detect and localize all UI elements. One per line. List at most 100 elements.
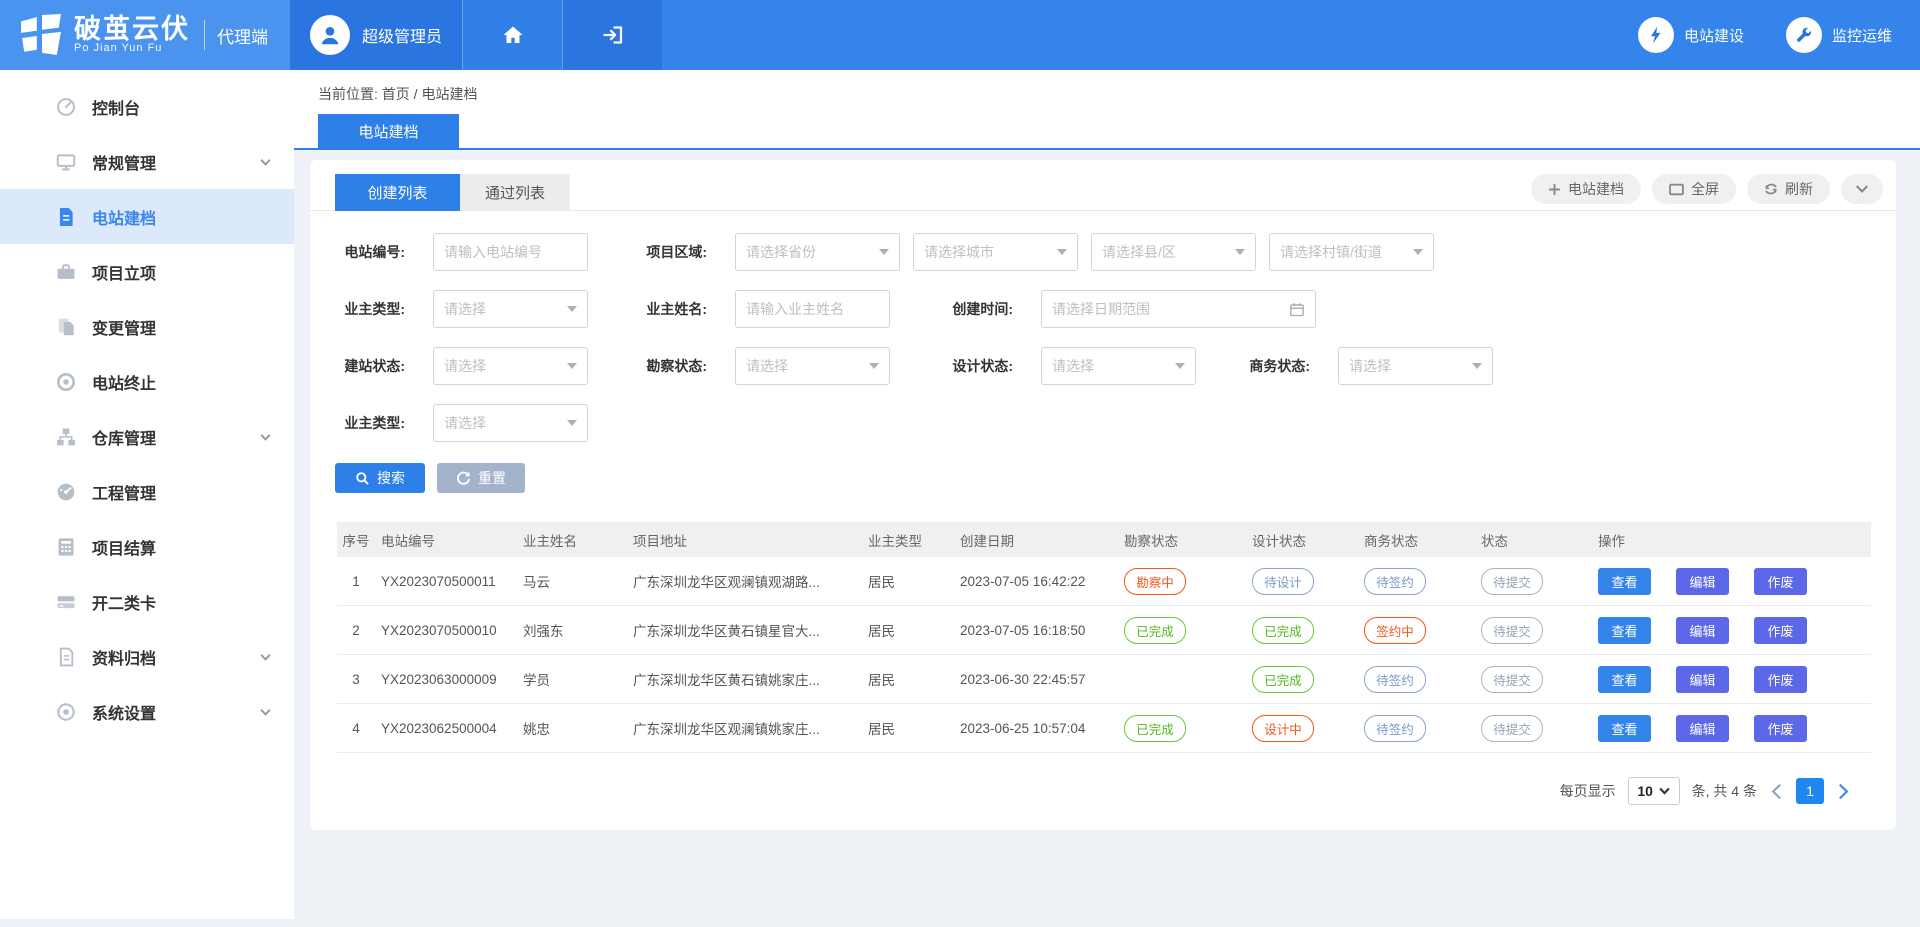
filter-actions: 搜索 重置 — [310, 463, 1896, 493]
fullscreen-button[interactable]: 全屏 — [1652, 174, 1736, 204]
col-header-created: 创建日期 — [960, 530, 1124, 550]
quick-link-station-build[interactable]: 电站建设 — [1638, 17, 1744, 53]
void-button[interactable]: 作废 — [1754, 715, 1807, 742]
void-button[interactable]: 作废 — [1754, 568, 1807, 595]
table-row: 2 YX2023070500010 刘强东 广东深圳龙华区黄石镇星官大... 居… — [337, 606, 1871, 655]
sidebar-item-system-settings[interactable]: 系统设置 — [0, 684, 294, 739]
view-button[interactable]: 查看 — [1598, 568, 1651, 595]
owner-type-select[interactable]: 请选择 — [433, 290, 588, 328]
brand-area: 破茧云伏 Po Jian Yun Fu 代理端 — [0, 0, 290, 70]
owner-type-2-select[interactable]: 请选择 — [433, 404, 588, 442]
refresh-button[interactable]: 刷新 — [1747, 174, 1830, 204]
home-button[interactable] — [462, 0, 562, 70]
main-area: 当前位置: 首页 / 电站建档 电站建档 创建列表 通过列表 电站建档 全屏 — [294, 70, 1920, 919]
station-code-input[interactable] — [444, 244, 577, 260]
county-select[interactable]: 请选择县/区 — [1091, 233, 1256, 271]
sidebar-item-project-initiation[interactable]: 项目立项 — [0, 244, 294, 299]
view-button[interactable]: 查看 — [1598, 715, 1651, 742]
edit-button[interactable]: 编辑 — [1676, 568, 1729, 595]
void-button[interactable]: 作废 — [1754, 666, 1807, 693]
sidebar-item-label: 开二类卡 — [92, 590, 156, 614]
briefcase-icon — [55, 261, 77, 283]
reset-icon — [456, 471, 471, 486]
search-button[interactable]: 搜索 — [335, 463, 425, 493]
edit-button[interactable]: 编辑 — [1676, 715, 1729, 742]
fullscreen-label: 全屏 — [1691, 179, 1719, 199]
quick-link-monitor-ops[interactable]: 监控运维 — [1786, 17, 1892, 53]
sidebar-item-station-termination[interactable]: 电站终止 — [0, 354, 294, 409]
collapse-toggle-button[interactable] — [1841, 174, 1883, 204]
sidebar-item-station-archive[interactable]: 电站建档 — [0, 189, 294, 244]
page-tab-station-archive[interactable]: 电站建档 — [318, 114, 459, 148]
chevron-right-icon — [1838, 783, 1849, 800]
business-status-badge: 待签约 — [1364, 715, 1426, 742]
add-station-button[interactable]: 电站建档 — [1531, 174, 1641, 204]
sidebar-item-warehouse-mgmt[interactable]: 仓库管理 — [0, 409, 294, 464]
design-status-badge: 设计中 — [1252, 715, 1314, 742]
sidebar-item-label: 电站建档 — [92, 205, 156, 229]
reset-button[interactable]: 重置 — [437, 463, 525, 493]
sidebar-item-change-mgmt[interactable]: 变更管理 — [0, 299, 294, 354]
filter-label: 勘察状态: — [637, 356, 707, 376]
avatar[interactable] — [310, 15, 350, 55]
tab-create-list[interactable]: 创建列表 — [335, 174, 460, 211]
next-page-button[interactable] — [1836, 783, 1851, 800]
filter-station-code: 电站编号: — [335, 233, 637, 271]
cell-code: YX2023070500010 — [381, 623, 523, 638]
city-select[interactable]: 请选择城市 — [913, 233, 1078, 271]
station-code-input-wrap — [433, 233, 588, 271]
page-1-button[interactable]: 1 — [1796, 778, 1824, 804]
sidebar-item-data-archive[interactable]: 资料归档 — [0, 629, 294, 684]
quick-link-label: 电站建设 — [1684, 25, 1744, 46]
city-select-value: 请选择城市 — [924, 242, 994, 262]
add-station-label: 电站建档 — [1568, 179, 1624, 199]
chevron-down-icon — [259, 650, 272, 663]
cell-code: YX2023062500004 — [381, 721, 523, 736]
view-button[interactable]: 查看 — [1598, 617, 1651, 644]
filter-row-4: 业主类型: 请选择 — [335, 404, 1871, 442]
cell-address: 广东深圳龙华区观澜镇姚家庄... — [633, 718, 868, 738]
calendar-icon — [1289, 301, 1305, 318]
cell-created: 2023-07-05 16:42:22 — [960, 574, 1124, 589]
survey-status-select[interactable]: 请选择 — [735, 347, 890, 385]
owner-name-input[interactable] — [746, 301, 879, 317]
town-select[interactable]: 请选择村镇/街道 — [1269, 233, 1434, 271]
logout-button[interactable] — [562, 0, 662, 70]
user-menu[interactable]: 超级管理员 — [290, 0, 462, 70]
prev-page-button[interactable] — [1769, 783, 1784, 800]
design-status-select[interactable]: 请选择 — [1041, 347, 1196, 385]
cell-owner: 姚忠 — [523, 718, 633, 738]
sidebar-item-engineering-mgmt[interactable]: 工程管理 — [0, 464, 294, 519]
sidebar-item-console[interactable]: 控制台 — [0, 79, 294, 134]
owner-type-select-value: 请选择 — [444, 299, 486, 319]
province-select[interactable]: 请选择省份 — [735, 233, 900, 271]
col-header-design: 设计状态 — [1252, 530, 1364, 550]
cell-created: 2023-06-25 10:57:04 — [960, 721, 1124, 736]
filter-label: 项目区域: — [637, 242, 707, 262]
date-range-input[interactable] — [1052, 301, 1289, 317]
sidebar-item-project-settlement[interactable]: 项目结算 — [0, 519, 294, 574]
head-toolbar: 电站建档 全屏 刷新 — [1531, 174, 1886, 204]
caret-down-icon — [1175, 363, 1185, 369]
col-header-actions: 操作 — [1598, 530, 1871, 550]
build-status-select[interactable]: 请选择 — [433, 347, 588, 385]
brand-text: 破茧云伏 Po Jian Yun Fu — [74, 15, 190, 55]
void-button[interactable]: 作废 — [1754, 617, 1807, 644]
fullscreen-icon — [1669, 183, 1684, 196]
sidebar-item-open-type2-card[interactable]: 开二类卡 — [0, 574, 294, 629]
edit-button[interactable]: 编辑 — [1676, 666, 1729, 693]
sidebar-item-general-mgmt[interactable]: 常规管理 — [0, 134, 294, 189]
business-status-select[interactable]: 请选择 — [1338, 347, 1493, 385]
page-size-select[interactable]: 10 — [1628, 777, 1680, 805]
sidebar-item-label: 控制台 — [92, 95, 140, 119]
search-icon — [355, 471, 370, 486]
home-icon — [501, 23, 525, 47]
dashboard-icon — [55, 96, 77, 118]
tab-passed-list[interactable]: 通过列表 — [460, 174, 570, 211]
table-row: 4 YX2023062500004 姚忠 广东深圳龙华区观澜镇姚家庄... 居民… — [337, 704, 1871, 753]
list-card: 创建列表 通过列表 电站建档 全屏 刷新 — [310, 160, 1896, 830]
edit-button[interactable]: 编辑 — [1676, 617, 1729, 644]
view-button[interactable]: 查看 — [1598, 666, 1651, 693]
table-row: 3 YX2023063000009 学员 广东深圳龙华区黄石镇姚家庄... 居民… — [337, 655, 1871, 704]
table-row: 1 YX2023070500011 马云 广东深圳龙华区观澜镇观湖路... 居民… — [337, 557, 1871, 606]
